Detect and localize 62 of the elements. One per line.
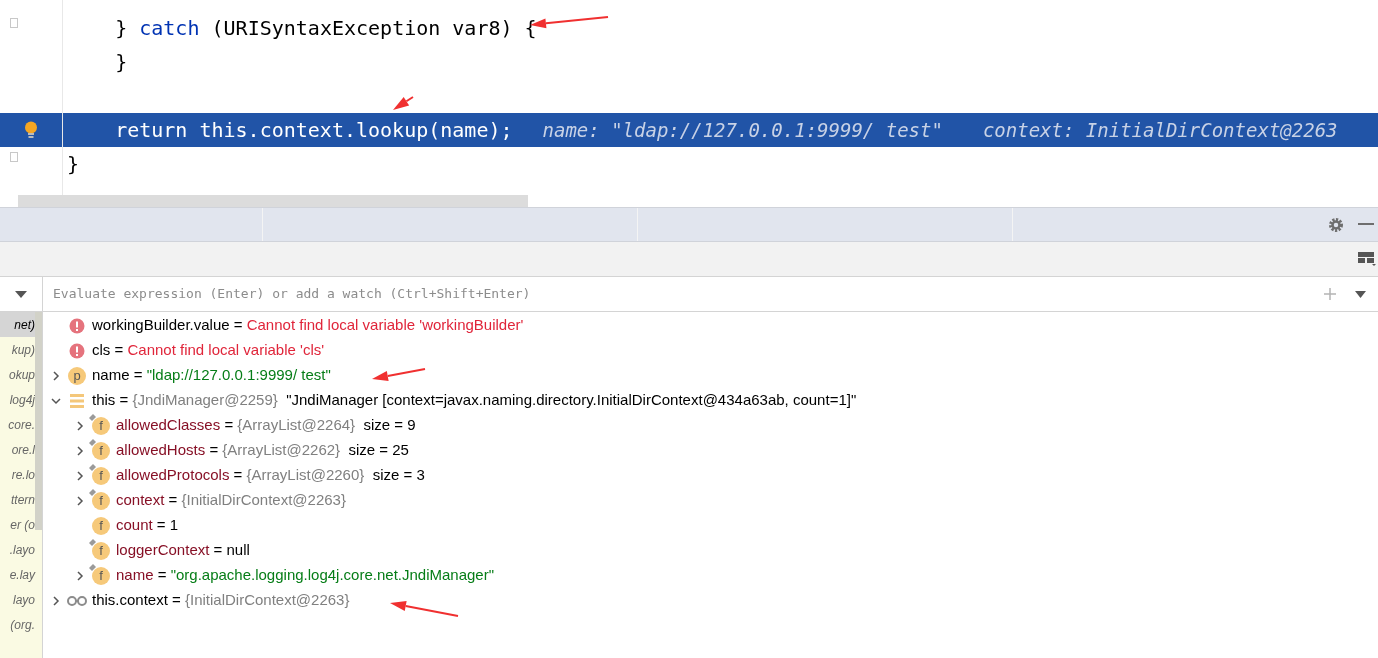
stack-frame[interactable]: .layo bbox=[0, 537, 35, 562]
variable-entry[interactable]: cls = Cannot find local variable 'cls' bbox=[92, 339, 325, 362]
stack-frame[interactable]: ttern bbox=[0, 487, 35, 512]
variable-entry[interactable]: name = "org.apache.logging.log4j.core.net.JndiManager" bbox=[116, 564, 494, 587]
vertical-scrollbar[interactable] bbox=[35, 312, 42, 530]
field-badge: f bbox=[92, 541, 110, 560]
code-line: } bbox=[67, 151, 80, 178]
dropdown-caret-icon[interactable] bbox=[1355, 290, 1366, 298]
field-badge: f bbox=[92, 516, 110, 535]
list-icon bbox=[70, 393, 84, 408]
glasses-icon bbox=[67, 595, 87, 606]
variable-entry[interactable]: this = {JndiManager@2259} "JndiManager [context=javax.naming.directory.InitialDirContext@434a63ab, count=1]" bbox=[92, 389, 857, 412]
inline-hint: name: "ldap://127.0.0.1:9999/ test" bbox=[542, 117, 943, 143]
stack-frame[interactable]: layo bbox=[0, 587, 35, 612]
code-line: return this.context.lookup(name); bbox=[114, 117, 513, 144]
chevron-right-icon[interactable] bbox=[74, 494, 86, 507]
parameter-badge: p bbox=[68, 366, 86, 385]
evaluate-expression-field[interactable]: Evaluate expression (Enter) or add a watch (Ctrl+Shift+Enter) bbox=[53, 284, 1323, 304]
settings-icon[interactable] bbox=[1328, 216, 1344, 233]
layout-icon[interactable] bbox=[1358, 252, 1376, 266]
chevron-right-icon[interactable] bbox=[74, 444, 86, 457]
variable-entry[interactable]: this.context = {InitialDirContext@2263} bbox=[92, 589, 350, 612]
variable-entry[interactable]: loggerContext = null bbox=[116, 539, 250, 562]
arrow-drawing bbox=[393, 96, 414, 110]
minimize-icon[interactable] bbox=[1358, 223, 1374, 226]
error-icon bbox=[69, 342, 85, 359]
inline-hint: context: InitialDirContext@2263 bbox=[982, 117, 1338, 143]
stack-frame[interactable]: er (o bbox=[0, 512, 35, 537]
chevron-right-icon[interactable] bbox=[50, 369, 62, 382]
dropdown-caret-icon[interactable] bbox=[15, 290, 27, 298]
variable-entry[interactable]: count = 1 bbox=[116, 514, 179, 537]
horizontal-scrollbar[interactable] bbox=[18, 195, 528, 207]
field-badge: f bbox=[92, 441, 110, 460]
variable-entry[interactable]: name = "ldap://127.0.0.1:9999/ test" bbox=[92, 364, 331, 387]
stack-frame[interactable]: log4j bbox=[0, 387, 35, 412]
lightbulb-icon[interactable] bbox=[24, 121, 38, 139]
variable-entry[interactable]: allowedProtocols = {ArrayList@2260} size = 3 bbox=[116, 464, 425, 487]
field-badge: f bbox=[92, 416, 110, 435]
stack-frame[interactable]: re.lo bbox=[0, 462, 35, 487]
variable-entry[interactable]: context = {InitialDirContext@2263} bbox=[116, 489, 346, 512]
stack-frame[interactable]: okup bbox=[0, 362, 35, 387]
arrow-drawing bbox=[390, 601, 459, 617]
chevron-right-icon[interactable] bbox=[50, 594, 62, 607]
stack-frame[interactable]: ore.l bbox=[0, 437, 35, 462]
stack-frame[interactable]: (org. bbox=[0, 612, 35, 637]
chevron-right-icon[interactable] bbox=[74, 419, 86, 432]
error-icon bbox=[69, 317, 85, 334]
stack-frame[interactable]: e.lay bbox=[0, 562, 35, 587]
field-badge: f bbox=[92, 466, 110, 485]
stack-frame[interactable]: core. bbox=[0, 412, 35, 437]
field-badge: f bbox=[92, 491, 110, 510]
arrow-drawing bbox=[372, 368, 426, 381]
variable-entry[interactable]: allowedClasses = {ArrayList@2264} size = 9 bbox=[116, 414, 416, 437]
field-badge: f bbox=[92, 566, 110, 585]
chevron-right-icon[interactable] bbox=[74, 469, 86, 482]
code-line: } catch (URISyntaxException var8) { bbox=[114, 15, 537, 42]
variable-entry[interactable]: allowedHosts = {ArrayList@2262} size = 25 bbox=[116, 439, 409, 462]
chevron-right-icon[interactable] bbox=[74, 569, 86, 582]
stack-frame[interactable]: net) bbox=[0, 312, 35, 337]
variable-entry[interactable]: workingBuilder.value = Cannot find local variable 'workingBuilder' bbox=[92, 314, 524, 337]
code-line: } bbox=[114, 49, 128, 76]
stack-frame[interactable]: kup) bbox=[0, 337, 35, 362]
